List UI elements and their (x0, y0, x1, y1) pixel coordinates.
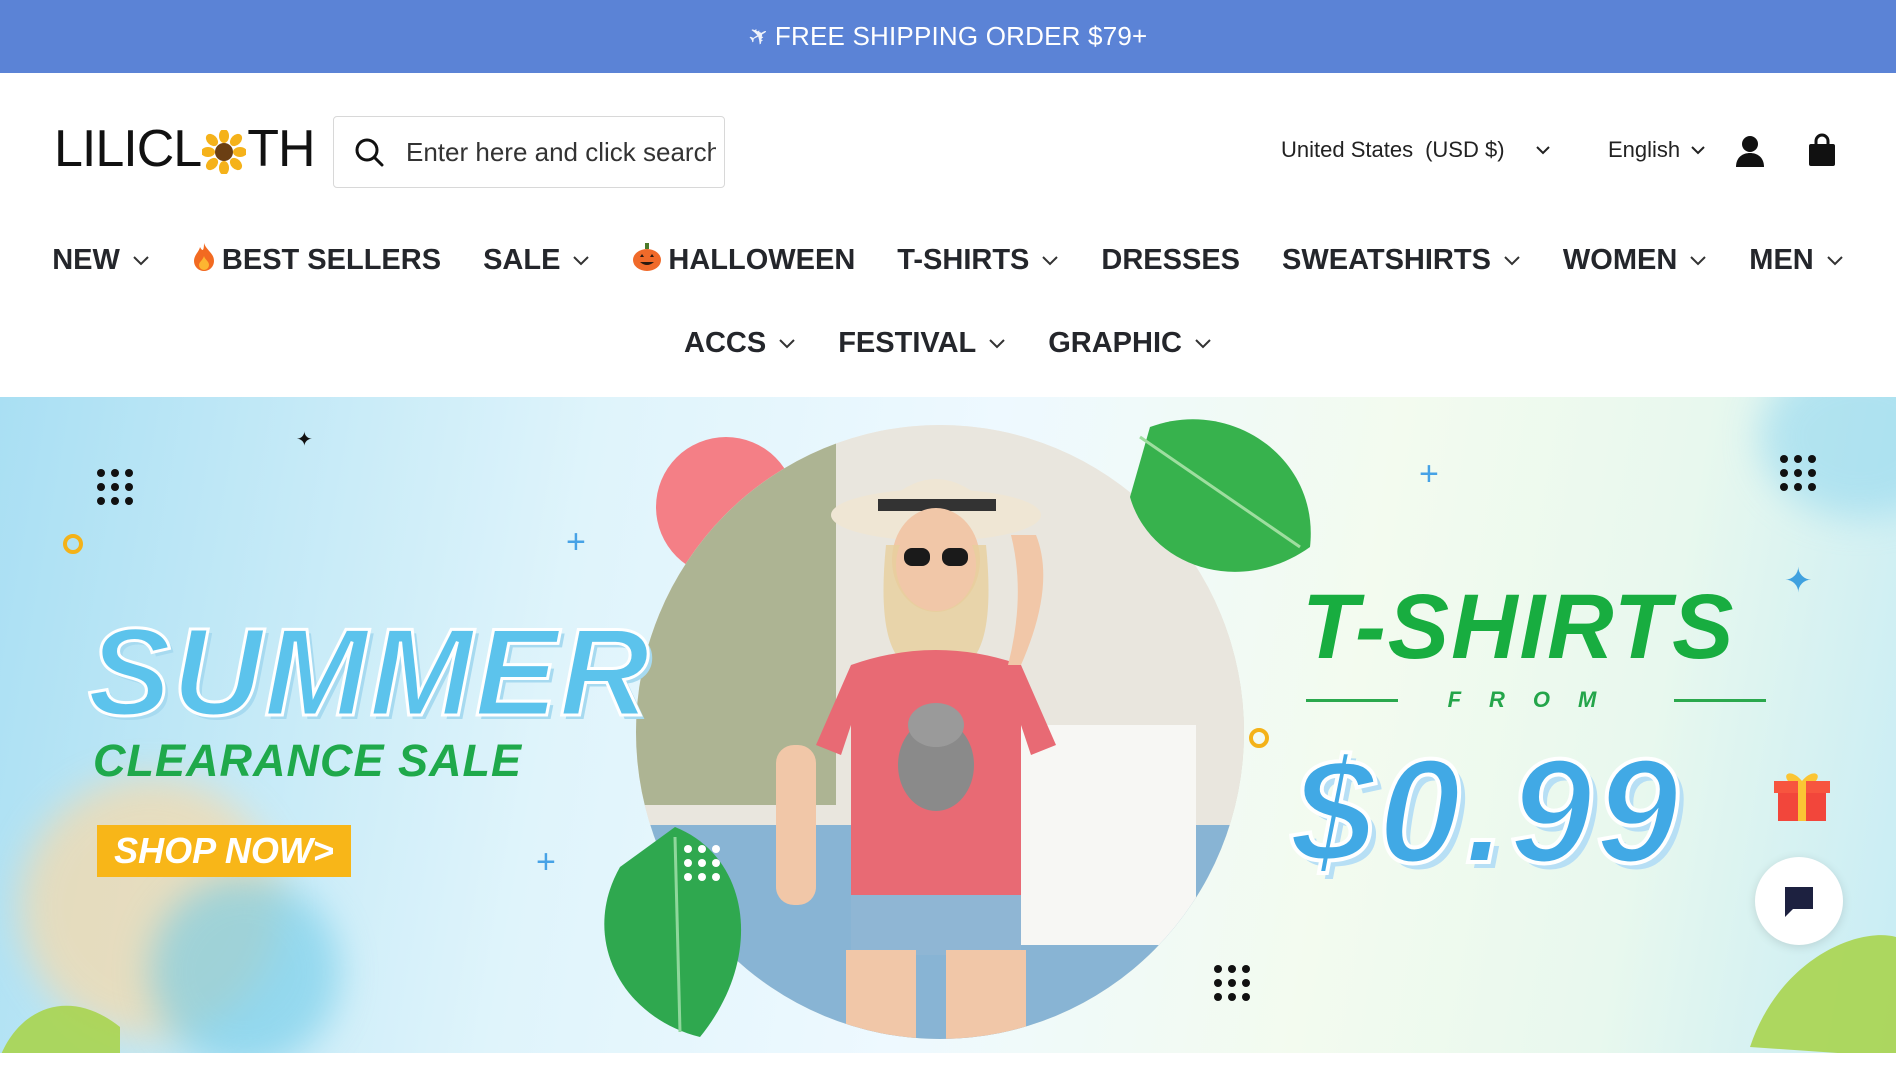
leaf-decoration (1, 1005, 120, 1053)
nav-label: DRESSES (1101, 243, 1241, 276)
chevron-down-icon (1194, 338, 1212, 349)
chevron-down-icon (988, 338, 1006, 349)
nav-label: GRAPHIC (1048, 326, 1182, 359)
ring-decoration (63, 534, 83, 554)
nav-item-men[interactable]: MEN (1749, 244, 1843, 277)
logo-text-left: LILICL (54, 120, 202, 178)
dots-decoration (97, 469, 133, 505)
country-selector[interactable]: United States (USD $) (1281, 137, 1551, 163)
chat-button[interactable] (1755, 857, 1843, 945)
background-blob (150, 877, 340, 1053)
nav-item-sale[interactable]: SALE (483, 244, 590, 277)
dots-decoration (1214, 965, 1250, 1001)
nav-item-accs[interactable]: ACCS (684, 327, 796, 360)
nav-label: ACCS (684, 326, 767, 359)
announcement-bar[interactable]: ✈ FREE SHIPPING ORDER $79+ (0, 0, 1896, 73)
nav-label: BEST SELLERS (221, 243, 442, 276)
nav-label: WOMEN (1562, 243, 1678, 276)
ring-decoration (1249, 728, 1269, 748)
pumpkin-icon (632, 242, 662, 278)
from-row: FROM (1306, 687, 1766, 713)
language-label: English (1608, 137, 1681, 162)
language-selector[interactable]: English (1608, 137, 1706, 163)
from-label: FROM (1447, 687, 1625, 712)
search-input[interactable] (406, 136, 716, 168)
chevron-down-icon (572, 255, 590, 266)
site-header: LILICL TH United States (USD (0, 73, 1896, 213)
nav-item-festival[interactable]: FESTIVAL (838, 327, 1006, 360)
nav-item-t-shirts[interactable]: T-SHIRTS (897, 244, 1059, 277)
divider-line (1673, 698, 1766, 702)
nav-item-dresses[interactable]: DRESSES (1101, 244, 1240, 277)
main-nav-row-1: NEW BEST SELLERS SALE HALLOWEEN T-SHIRTS… (0, 238, 1896, 282)
airplane-icon: ✈ (743, 19, 775, 54)
plus-decoration: + (566, 523, 586, 561)
chevron-down-icon (1689, 255, 1707, 266)
sparkle-decoration: ✦ (296, 429, 313, 451)
dots-decoration (684, 845, 720, 881)
nav-item-women[interactable]: WOMEN (1563, 244, 1707, 277)
hero-headline: SUMMER (86, 603, 652, 744)
divider-line (1306, 698, 1398, 702)
hero-price: $0.99 (1290, 727, 1683, 896)
chevron-down-icon (1826, 255, 1844, 266)
nav-item-graphic[interactable]: GRAPHIC (1048, 327, 1212, 360)
chevron-down-icon (1041, 255, 1059, 266)
sunflower-icon (201, 127, 248, 175)
cart-icon[interactable] (1808, 133, 1836, 167)
hero-subheadline: CLEARANCE SALE (93, 735, 523, 786)
currency-label: (USD $) (1425, 137, 1505, 162)
chevron-down-icon (1503, 255, 1521, 266)
fire-icon (192, 242, 216, 279)
announcement-text: FREE SHIPPING ORDER $79+ (774, 21, 1148, 51)
gift-icon (1774, 773, 1830, 821)
nav-label: T-SHIRTS (897, 243, 1030, 276)
nav-label: SALE (483, 243, 561, 276)
nav-label: FESTIVAL (838, 326, 977, 359)
hero-banner[interactable]: + + + ✦ ✦ SUMMER CLEARANCE SALE SHOP NOW… (0, 397, 1896, 1053)
logo-text-right: TH (247, 120, 315, 178)
chevron-down-icon (1535, 145, 1551, 155)
chat-icon (1785, 887, 1813, 917)
chevron-down-icon (778, 338, 796, 349)
nav-item-halloween[interactable]: HALLOWEEN (632, 242, 856, 278)
chevron-down-icon (132, 255, 150, 266)
hero-product-title: T-SHIRTS (1302, 576, 1736, 678)
nav-label: HALLOWEEN (668, 243, 856, 276)
main-nav-row-2: ACCS FESTIVAL GRAPHIC (0, 321, 1896, 365)
sparkle-decoration: ✦ (1784, 562, 1813, 600)
nav-item-new[interactable]: NEW (52, 244, 150, 277)
nav-item-sweatshirts[interactable]: SWEATSHIRTS (1282, 244, 1521, 277)
nav-label: SWEATSHIRTS (1282, 243, 1491, 276)
leaf-decoration (604, 827, 742, 1037)
country-label: United States (1281, 137, 1414, 162)
plus-decoration: + (536, 843, 556, 881)
site-logo[interactable]: LILICL TH (54, 120, 316, 178)
plus-decoration: + (1419, 455, 1439, 493)
nav-label: MEN (1749, 243, 1814, 276)
nav-item-best-sellers[interactable]: BEST SELLERS (192, 242, 441, 279)
account-icon[interactable] (1735, 135, 1765, 167)
chevron-down-icon (1690, 145, 1706, 155)
dots-decoration (1780, 455, 1816, 491)
nav-label: NEW (52, 243, 120, 276)
search-box[interactable] (333, 116, 725, 188)
shop-now-button[interactable]: SHOP NOW> (97, 825, 351, 877)
search-icon[interactable] (354, 137, 384, 167)
